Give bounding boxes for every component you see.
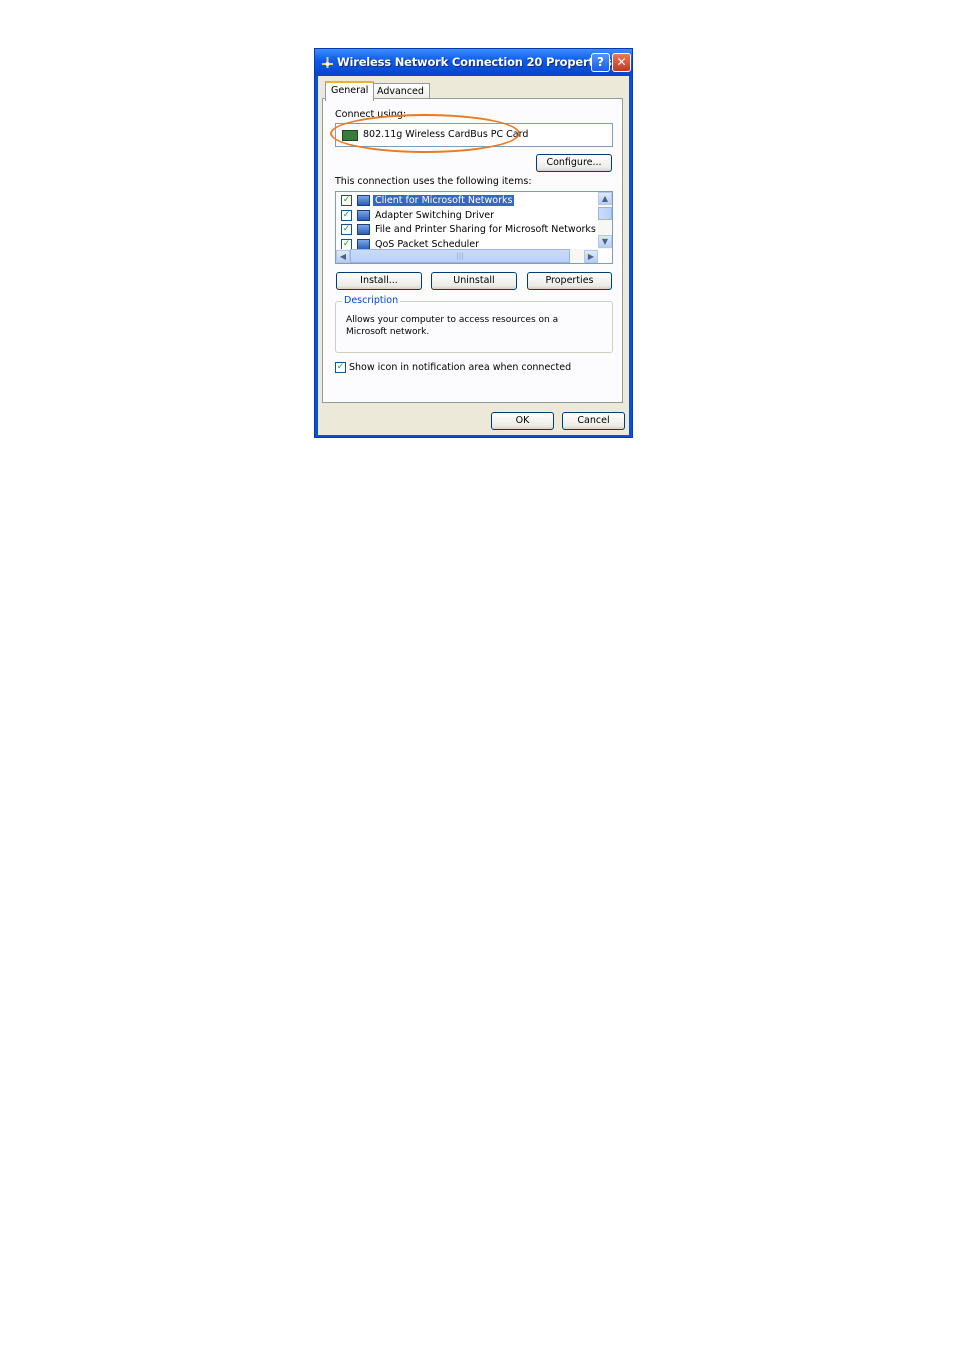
install-button[interactable]: Install...	[336, 272, 422, 290]
scroll-right-icon[interactable]: ▶	[584, 250, 598, 263]
list-item[interactable]: ✓ Client for Microsoft Networks	[339, 194, 594, 208]
item-checkbox[interactable]: ✓	[341, 224, 352, 235]
item-label: Adapter Switching Driver	[375, 210, 495, 221]
horizontal-scroll-thumb[interactable]: |||	[350, 249, 570, 263]
window-title: Wireless Network Connection 20 Propertie…	[337, 55, 612, 69]
configure-button[interactable]: Configure...	[536, 154, 612, 172]
description-text: Allows your computer to access resources…	[346, 315, 559, 337]
scroll-down-icon[interactable]: ▼	[598, 235, 612, 248]
show-icon-checkbox[interactable]: ✓	[335, 362, 346, 373]
vertical-scroll-thumb[interactable]	[598, 207, 612, 220]
items-label: This connection uses the following items…	[335, 176, 532, 187]
properties-button[interactable]: Properties	[527, 272, 612, 290]
item-checkbox[interactable]: ✓	[341, 195, 352, 206]
scroll-left-icon[interactable]: ◀	[336, 250, 350, 263]
tab-general[interactable]: General	[325, 81, 375, 101]
show-icon-label: Show icon in notification area when conn…	[349, 362, 572, 373]
highlight-ellipse	[330, 114, 520, 153]
vertical-scrollbar[interactable]: ▲ ▼	[598, 192, 612, 249]
list-item[interactable]: ✓ Adapter Switching Driver	[339, 209, 594, 223]
item-checkbox[interactable]: ✓	[341, 210, 352, 221]
list-item[interactable]: ✓ File and Printer Sharing for Microsoft…	[339, 223, 596, 237]
components-list[interactable]: ✓ Client for Microsoft Networks ✓ Adapte…	[335, 191, 613, 264]
network-connection-icon	[322, 57, 333, 68]
item-label: File and Printer Sharing for Microsoft N…	[375, 224, 596, 235]
network-service-icon	[357, 224, 370, 235]
description-group: Description Allows your computer to acce…	[335, 295, 613, 353]
uninstall-button[interactable]: Uninstall	[431, 272, 517, 290]
scroll-up-icon[interactable]: ▲	[598, 192, 612, 205]
item-label: Client for Microsoft Networks	[373, 195, 515, 206]
ok-button[interactable]: OK	[491, 412, 554, 430]
network-client-icon	[357, 195, 370, 206]
cancel-button[interactable]: Cancel	[562, 412, 625, 430]
title-bar[interactable]: Wireless Network Connection 20 Propertie…	[315, 49, 632, 76]
horizontal-scrollbar[interactable]: ◀ ||| ▶	[336, 249, 598, 263]
close-button[interactable]: ✕	[612, 53, 631, 72]
help-button[interactable]: ?	[591, 53, 610, 72]
description-legend: Description	[342, 295, 401, 306]
network-service-icon	[357, 210, 370, 221]
